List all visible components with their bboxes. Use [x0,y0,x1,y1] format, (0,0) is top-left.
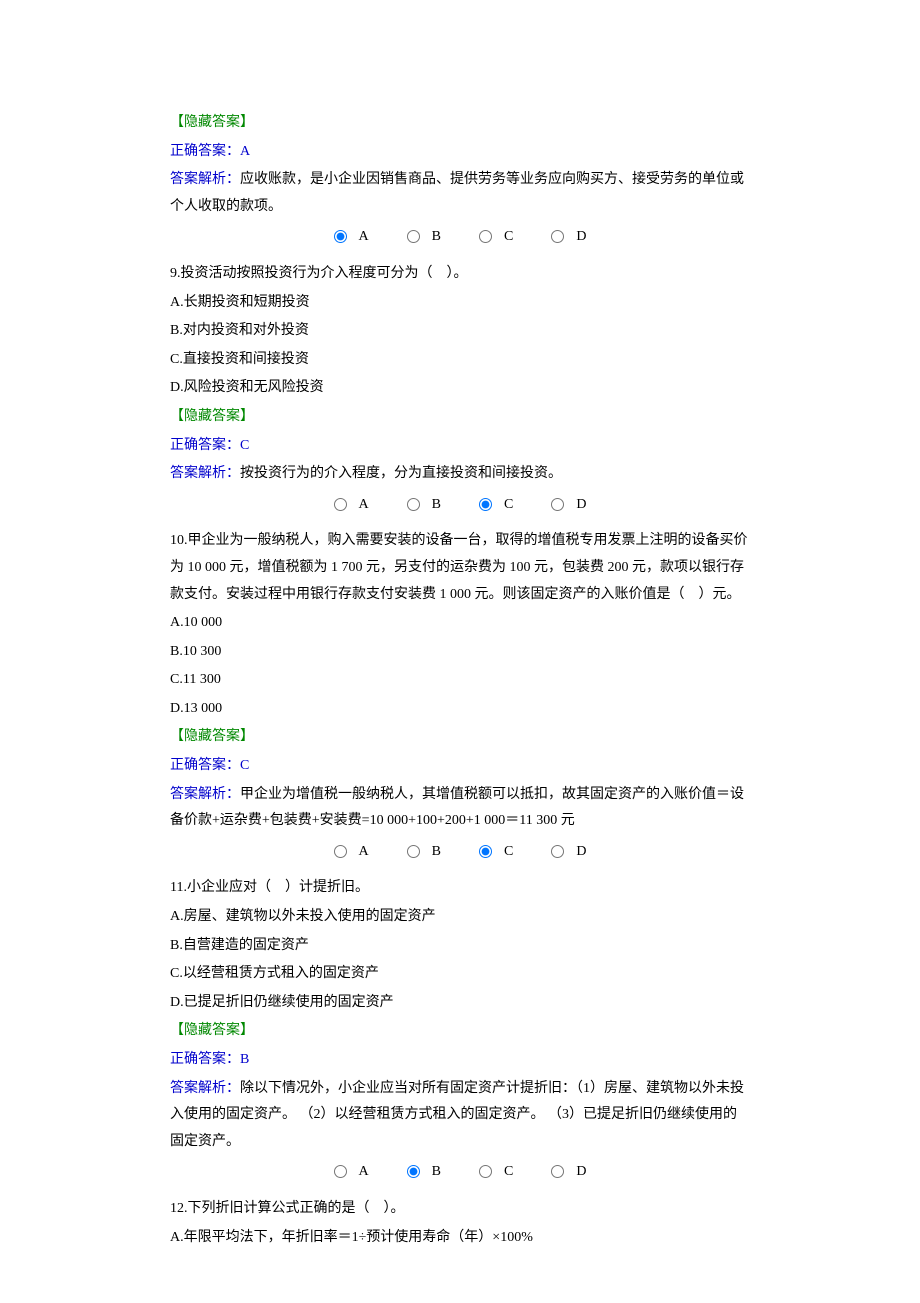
answer-radio-group: A B C D [170,492,750,519]
radio-option-b[interactable]: B [407,492,441,519]
correct-answer-label: 正确答案： [170,1052,240,1067]
option-d: D.风险投资和无风险投资 [170,375,750,402]
radio-label: A [359,839,369,866]
radio-option-b[interactable]: B [407,224,441,251]
radio-option-a[interactable]: A [334,492,369,519]
radio-option-c[interactable]: C [479,492,513,519]
radio-label: D [576,1159,586,1186]
radio-label: B [432,492,441,519]
radio-option-a[interactable]: A [334,224,369,251]
analysis-label: 答案解析： [170,466,240,481]
option-a: A.长期投资和短期投资 [170,290,750,317]
question-stem: 12.下列折旧计算公式正确的是（ ）。 [170,1196,750,1223]
hide-answer-link[interactable]: 【隐藏答案】 [170,724,750,751]
radio-option-c[interactable]: C [479,1159,513,1186]
radio-label: B [432,224,441,251]
radio-option-b[interactable]: B [407,1159,441,1186]
analysis-label: 答案解析： [170,1081,240,1096]
hide-answer-link[interactable]: 【隐藏答案】 [170,1018,750,1045]
answer-radio-group: A B C D [170,1159,750,1186]
radio-label: B [432,1159,441,1186]
correct-answer-value: A [240,144,250,159]
option-b: B.10 300 [170,639,750,666]
radio-option-c[interactable]: C [479,224,513,251]
radio-option-c[interactable]: C [479,839,513,866]
analysis-text: 甲企业为增值税一般纳税人，其增值税额可以抵扣，故其固定资产的入账价值＝设备价款+… [170,787,744,829]
option-a: A.年限平均法下，年折旧率＝1÷预计使用寿命（年）×100% [170,1225,750,1252]
option-a: A.房屋、建筑物以外未投入使用的固定资产 [170,904,750,931]
radio-label: C [504,492,513,519]
radio-label: A [359,1159,369,1186]
radio-label: C [504,1159,513,1186]
question-stem: 10.甲企业为一般纳税人，购入需要安装的设备一台，取得的增值税专用发票上注明的设… [170,528,750,608]
option-b: B.对内投资和对外投资 [170,318,750,345]
radio-label: D [576,839,586,866]
correct-answer-label: 正确答案： [170,144,240,159]
radio-option-d[interactable]: D [551,224,586,251]
analysis-text: 应收账款，是小企业因销售商品、提供劳务等业务应向购买方、接受劳务的单位或个人收取… [170,172,744,214]
radio-label: A [359,492,369,519]
correct-answer-label: 正确答案： [170,758,240,773]
radio-option-d[interactable]: D [551,839,586,866]
analysis-text: 按投资行为的介入程度，分为直接投资和间接投资。 [240,466,562,481]
radio-label: A [359,224,369,251]
question-stem: 11.小企业应对（ ）计提折旧。 [170,875,750,902]
option-c: C.11 300 [170,667,750,694]
answer-radio-group: A B C D [170,224,750,251]
hide-answer-link[interactable]: 【隐藏答案】 [170,110,750,137]
analysis-label: 答案解析： [170,172,240,187]
hide-answer-link[interactable]: 【隐藏答案】 [170,404,750,431]
radio-option-a[interactable]: A [334,1159,369,1186]
correct-answer-label: 正确答案： [170,438,240,453]
question-stem: 9.投资活动按照投资行为介入程度可分为（ ）。 [170,261,750,288]
option-b: B.自营建造的固定资产 [170,933,750,960]
option-c: C.直接投资和间接投资 [170,347,750,374]
radio-label: B [432,839,441,866]
option-d: D.已提足折旧仍继续使用的固定资产 [170,990,750,1017]
radio-label: C [504,224,513,251]
radio-label: D [576,224,586,251]
radio-label: C [504,839,513,866]
radio-option-b[interactable]: B [407,839,441,866]
correct-answer-value: C [240,758,249,773]
correct-answer-value: C [240,438,249,453]
radio-option-a[interactable]: A [334,839,369,866]
radio-option-d[interactable]: D [551,1159,586,1186]
analysis-text: 除以下情况外，小企业应当对所有固定资产计提折旧：（1）房屋、建筑物以外未投入使用… [170,1081,744,1149]
radio-option-d[interactable]: D [551,492,586,519]
radio-label: D [576,492,586,519]
analysis-label: 答案解析： [170,787,240,802]
option-c: C.以经营租赁方式租入的固定资产 [170,961,750,988]
answer-radio-group: A B C D [170,839,750,866]
option-d: D.13 000 [170,696,750,723]
correct-answer-value: B [240,1052,249,1067]
option-a: A.10 000 [170,610,750,637]
